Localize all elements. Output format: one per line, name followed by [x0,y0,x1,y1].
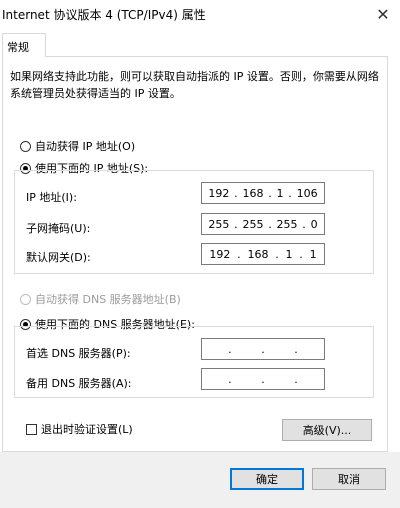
radio-auto-dns-label: 自动获得 DNS 服务器地址(B) [35,293,181,306]
validate-settings-checkbox[interactable]: 退出时验证设置(L) [26,421,133,437]
close-icon: ✕ [376,4,390,24]
title-bar: Internet 协议版本 4 (TCP/IPv4) 属性 ✕ [0,0,400,28]
alternate-dns-field[interactable]: ... [201,368,325,390]
subnet-mask-field[interactable]: 255. 255. 255. 0 [201,213,325,235]
radio-auto-dns[interactable]: 自动获得 DNS 服务器地址(B) [20,291,181,307]
gateway-label: 默认网关(D): [26,251,91,264]
checkbox-box [26,423,37,435]
advanced-button[interactable]: 高级(V)... [282,419,372,441]
tab-general[interactable]: 常规 [2,33,46,57]
cancel-button[interactable]: 取消 [312,468,386,490]
radio-auto-ip-label: 自动获得 IP 地址(O) [35,140,136,153]
gateway-field[interactable]: 192. 168. 1. 1 [201,243,325,265]
radio-auto-ip[interactable]: 自动获得 IP 地址(O) [20,138,135,154]
preferred-dns-field[interactable]: ... [201,338,325,360]
subnet-mask-label: 子网掩码(U): [26,222,91,235]
window-title: Internet 协议版本 4 (TCP/IPv4) 属性 [2,8,206,22]
radio-circle [20,293,31,305]
validate-settings-label: 退出时验证设置(L) [41,423,133,436]
ok-button[interactable]: 确定 [230,468,304,490]
ip-address-label: IP 地址(I): [26,191,77,204]
ip-address-field[interactable]: 192. 168. 1. 106 [201,182,325,204]
preferred-dns-label: 首选 DNS 服务器(P): [26,347,131,360]
alternate-dns-label: 备用 DNS 服务器(A): [26,377,132,390]
radio-circle [20,140,31,152]
intro-text: 如果网络支持此功能，则可以获取自动指派的 IP 设置。否则，你需要从网络系统管理… [10,70,379,100]
close-button[interactable]: ✕ [366,0,400,28]
